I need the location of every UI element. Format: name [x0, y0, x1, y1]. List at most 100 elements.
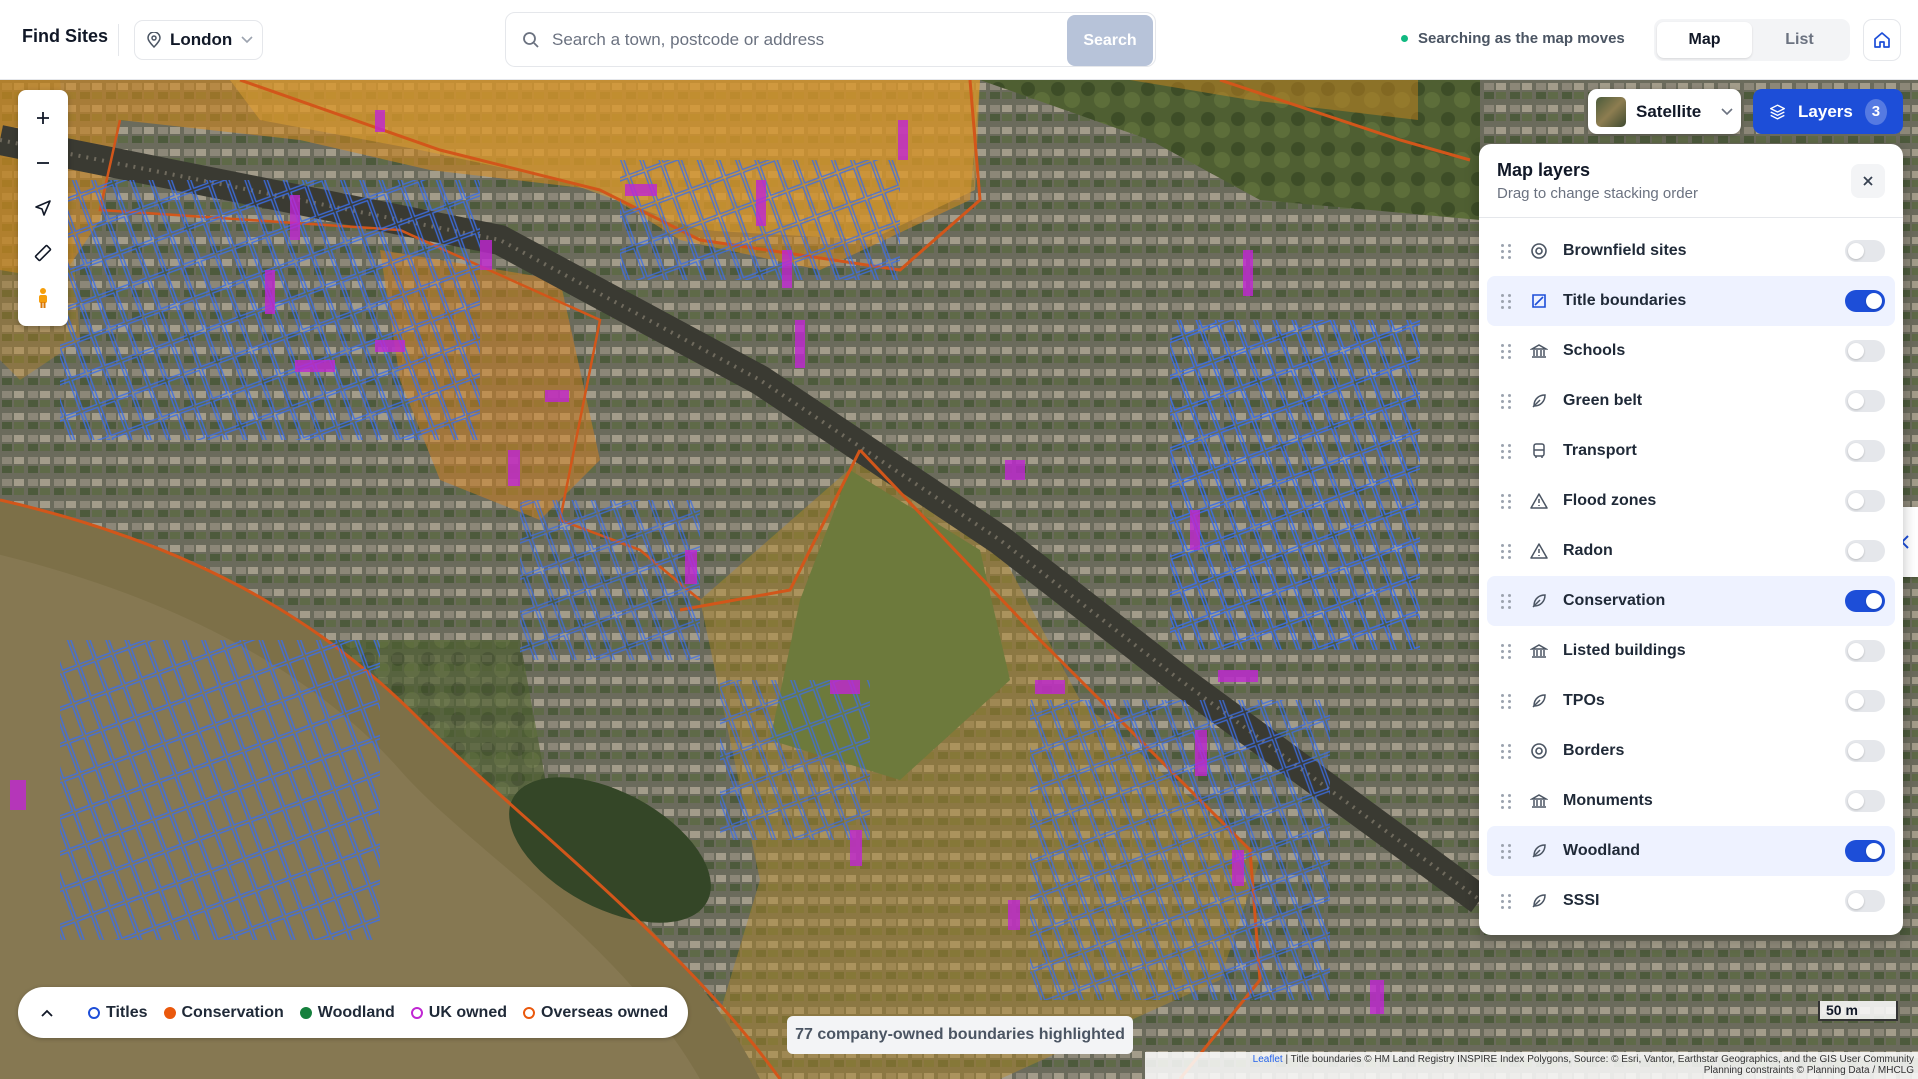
layers-label: Layers [1798, 101, 1853, 121]
chevron-up-icon [41, 1009, 53, 1017]
leaf-icon [1529, 841, 1549, 861]
legend-item-conservation: Conservation [163, 1003, 284, 1022]
legend-item-overseas-owned: Overseas owned [523, 1004, 668, 1022]
layer-name: Listed buildings [1563, 642, 1686, 659]
drag-handle-icon[interactable] [1501, 643, 1513, 659]
search-input[interactable] [552, 29, 1155, 50]
legend-swatch [299, 1006, 312, 1019]
layers-button[interactable]: Layers 3 [1753, 89, 1903, 134]
leaf-icon [1529, 891, 1549, 911]
building-icon [1529, 341, 1549, 361]
layer-row-brownfield-sites[interactable]: Brownfield sites [1487, 226, 1895, 276]
layer-row-borders[interactable]: Borders [1487, 726, 1895, 776]
layer-toggle-title-boundaries[interactable] [1845, 290, 1885, 312]
layer-toggle-transport[interactable] [1845, 440, 1885, 462]
layer-row-schools[interactable]: Schools [1487, 326, 1895, 376]
layer-toggle-conservation[interactable] [1845, 590, 1885, 612]
drag-handle-icon[interactable] [1501, 793, 1513, 809]
chevron-down-icon [241, 36, 253, 44]
layer-toggle-woodland[interactable] [1845, 840, 1885, 862]
live-search-status: Searching as the map moves [1401, 30, 1625, 47]
layer-name: Borders [1563, 742, 1625, 759]
tab-map[interactable]: Map [1657, 22, 1752, 58]
ruler-icon [34, 244, 52, 261]
location-selector[interactable]: London [134, 20, 263, 60]
layer-toggle-sssi[interactable] [1845, 890, 1885, 912]
layer-toggle-radon[interactable] [1845, 540, 1885, 562]
close-panel-button[interactable] [1851, 164, 1885, 198]
home-icon [1874, 32, 1890, 48]
map-toolbar [18, 90, 68, 326]
locate-icon [35, 200, 51, 216]
drag-handle-icon[interactable] [1501, 743, 1513, 759]
legend-label: Conservation [181, 1003, 284, 1021]
leaflet-link[interactable]: Leaflet [1253, 1054, 1283, 1065]
search-icon [523, 31, 539, 48]
warning-icon [1529, 491, 1549, 511]
leaf-icon [1529, 391, 1549, 411]
layer-name: SSSI [1563, 892, 1600, 909]
drag-handle-icon[interactable] [1501, 543, 1513, 559]
layer-toggle-schools[interactable] [1845, 340, 1885, 362]
basemap-selector[interactable]: Satellite [1588, 89, 1741, 134]
drag-handle-icon[interactable] [1501, 693, 1513, 709]
layer-row-radon[interactable]: Radon [1487, 526, 1895, 576]
measure-button[interactable] [23, 233, 63, 273]
basemap-label: Satellite [1636, 101, 1702, 121]
legend-swatch [163, 1006, 176, 1019]
leaf-icon [1529, 591, 1549, 611]
layer-name: Monuments [1563, 792, 1653, 809]
legend-collapse-button[interactable] [32, 1009, 62, 1017]
panel-header: Map layers Drag to change stacking order [1479, 144, 1903, 218]
search-bar: Search [505, 12, 1156, 67]
top-bar: Find Sites London Search Searching as th… [0, 0, 1918, 80]
layer-toggle-monuments[interactable] [1845, 790, 1885, 812]
layer-toggle-flood-zones[interactable] [1845, 490, 1885, 512]
drag-handle-icon[interactable] [1501, 293, 1513, 309]
layer-toggle-brownfield-sites[interactable] [1845, 240, 1885, 262]
drag-handle-icon[interactable] [1501, 343, 1513, 359]
layer-name: Flood zones [1563, 492, 1657, 509]
boundary-icon [1529, 291, 1549, 311]
layer-row-monuments[interactable]: Monuments [1487, 776, 1895, 826]
drag-handle-icon[interactable] [1501, 393, 1513, 409]
legend-label: UK owned [428, 1003, 507, 1021]
drag-handle-icon[interactable] [1501, 493, 1513, 509]
legend-items: Titles Conservation Woodland UK owned Overse… [88, 1004, 668, 1022]
layer-toggle-listed-buildings[interactable] [1845, 640, 1885, 662]
app-title: Find Sites [22, 26, 109, 46]
minus-icon [37, 162, 49, 165]
layer-row-title-boundaries[interactable]: Title boundaries [1487, 276, 1895, 326]
drag-handle-icon[interactable] [1501, 443, 1513, 459]
legend-item-woodland: Woodland [299, 1004, 395, 1022]
layer-toggle-borders[interactable] [1845, 740, 1885, 762]
tab-list[interactable]: List [1752, 22, 1847, 58]
layer-row-flood-zones[interactable]: Flood zones [1487, 476, 1895, 526]
layer-row-listed-buildings[interactable]: Listed buildings [1487, 626, 1895, 676]
zoom-out-button[interactable] [23, 143, 63, 183]
live-status-text: Searching as the map moves [1418, 30, 1625, 47]
layer-row-sssi[interactable]: SSSI [1487, 876, 1895, 926]
drag-handle-icon[interactable] [1501, 893, 1513, 909]
layer-toggle-green-belt[interactable] [1845, 390, 1885, 412]
panel-subtitle: Drag to change stacking order [1497, 185, 1698, 202]
leaf-icon [1529, 691, 1549, 711]
legend-label: Overseas owned [541, 1003, 669, 1021]
view-toggle: Map List [1654, 19, 1850, 61]
drag-handle-icon[interactable] [1501, 243, 1513, 259]
zoom-in-button[interactable] [23, 98, 63, 138]
layer-row-woodland[interactable]: Woodland [1487, 826, 1895, 876]
layer-row-conservation[interactable]: Conservation [1487, 576, 1895, 626]
drag-handle-icon[interactable] [1501, 843, 1513, 859]
layer-toggle-tpos[interactable] [1845, 690, 1885, 712]
highlight-count-chip: 77 company-owned boundaries highlighted [787, 1016, 1133, 1054]
drag-handle-icon[interactable] [1501, 593, 1513, 609]
layer-row-tpos[interactable]: TPOs [1487, 676, 1895, 726]
layer-row-transport[interactable]: Transport [1487, 426, 1895, 476]
search-button[interactable]: Search [1067, 15, 1153, 66]
layer-row-green-belt[interactable]: Green belt [1487, 376, 1895, 426]
layer-name: Transport [1563, 442, 1637, 459]
street-view-button[interactable] [23, 278, 63, 318]
home-button[interactable] [1863, 19, 1901, 61]
locate-button[interactable] [23, 188, 63, 228]
